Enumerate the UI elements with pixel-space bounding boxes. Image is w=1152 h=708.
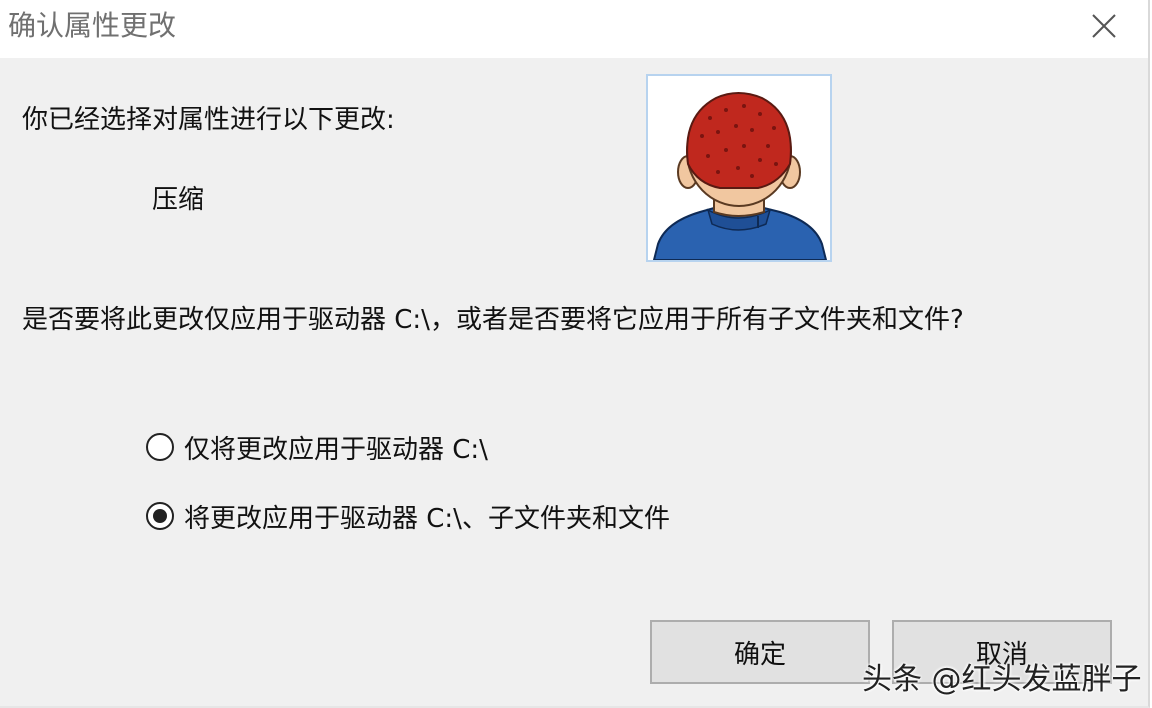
option-drive-subfolders-files[interactable]: 将更改应用于驱动器 C:\、子文件夹和文件	[146, 497, 670, 535]
title-bar: 确认属性更改	[0, 0, 1148, 58]
close-icon	[1092, 14, 1116, 38]
ok-button[interactable]: 确定	[650, 620, 870, 684]
changes-heading: 你已经选择对属性进行以下更改:	[22, 105, 395, 135]
change-item-compress: 压缩	[152, 185, 205, 215]
radio-button-selected[interactable]	[146, 502, 174, 530]
radio-button[interactable]	[146, 433, 174, 461]
option-drive-only-label: 仅将更改应用于驱动器 C:\	[184, 434, 488, 465]
user-back-of-head-image	[646, 74, 832, 262]
option-drive-only[interactable]: 仅将更改应用于驱动器 C:\	[146, 428, 488, 466]
apply-scope-question: 是否要将此更改仅应用于驱动器 C:\，或者是否要将它应用于所有子文件夹和文件?	[22, 305, 964, 335]
close-button[interactable]	[1078, 4, 1130, 48]
watermark-text: 头条 @红头发蓝胖子	[862, 662, 1142, 697]
dialog-title: 确认属性更改	[8, 9, 177, 42]
option-drive-subfolders-files-label: 将更改应用于驱动器 C:\、子文件夹和文件	[184, 503, 670, 534]
confirm-attribute-dialog: 确认属性更改 你已经选择对属性进行以下更改: 压缩 是否要将此更改仅应用于驱动器…	[0, 0, 1150, 708]
